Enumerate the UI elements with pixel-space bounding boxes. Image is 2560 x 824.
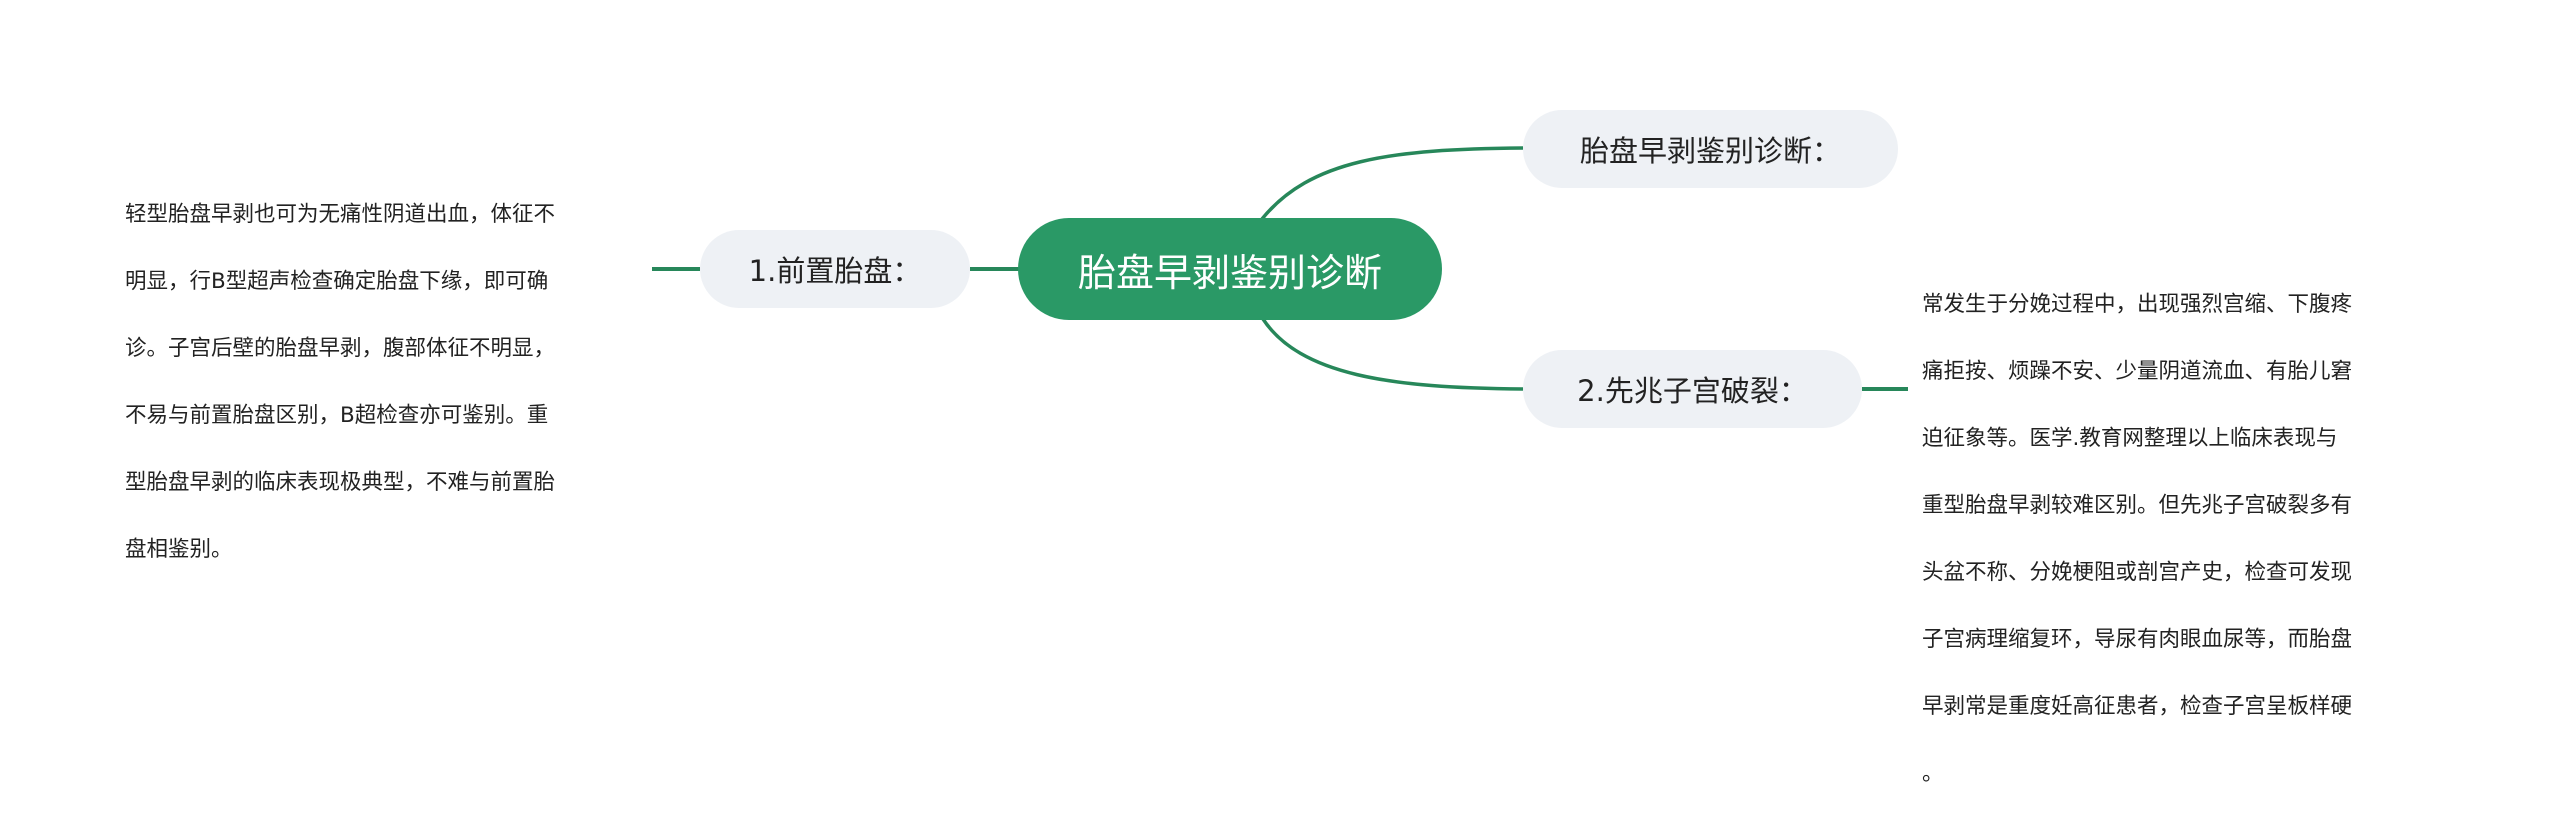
detail-line: 诊。子宫后壁的胎盘早剥，腹部体征不明显， xyxy=(125,335,556,361)
detail-line: 常发生于分娩过程中，出现强烈宫缩、下腹疼 xyxy=(1922,291,2353,317)
connector-root-to-bottom-right-branch xyxy=(1261,318,1524,391)
detail-text-placenta-previa: 轻型胎盘早剥也可为无痛性阴道出血，体征不 明显，行B型超声检查确定胎盘下缘，即可… xyxy=(125,164,645,600)
detail-line: 迫征象等。医学.教育网整理以上临床表现与 xyxy=(1922,425,2338,451)
connector-root-to-top-right-branch xyxy=(1260,146,1524,221)
branch-node-threatened-uterine-rupture[interactable]: 2.先兆子宫破裂： xyxy=(1523,350,1862,428)
detail-line: 明显，行B型超声检查确定胎盘下缘，即可确 xyxy=(125,268,549,294)
branch-node-placenta-previa[interactable]: 1.前置胎盘： xyxy=(700,230,970,308)
branch-node-label: 2.先兆子宫破裂： xyxy=(1577,374,1808,408)
branch-node-differential-title[interactable]: 胎盘早剥鉴别诊断： xyxy=(1523,110,1898,188)
detail-line: 轻型胎盘早剥也可为无痛性阴道出血，体征不 xyxy=(125,201,556,227)
detail-line: 痛拒按、烦躁不安、少量阴道流血、有胎儿窘 xyxy=(1922,358,2353,384)
detail-line: 。 xyxy=(1922,760,1944,786)
branch-node-label: 1.前置胎盘： xyxy=(748,254,922,288)
detail-line: 重型胎盘早剥较难区别。但先兆子宫破裂多有 xyxy=(1922,492,2353,518)
detail-line: 子宫病理缩复环，导尿有肉眼血尿等，而胎盘 xyxy=(1922,626,2353,652)
detail-line: 型胎盘早剥的临床表现极典型，不难与前置胎 xyxy=(125,469,556,495)
detail-line: 盘相鉴别。 xyxy=(125,536,233,562)
detail-line: 不易与前置胎盘区别，B超检查亦可鉴别。重 xyxy=(125,402,549,428)
root-node[interactable]: 胎盘早剥鉴别诊断 xyxy=(1018,218,1442,320)
detail-line: 头盆不称、分娩梗阻或剖宫产史，检查可发现 xyxy=(1922,559,2353,585)
root-node-label: 胎盘早剥鉴别诊断 xyxy=(1077,250,1382,295)
detail-line: 早剥常是重度妊高征患者，检查子宫呈板样硬 xyxy=(1922,693,2353,719)
branch-node-label: 胎盘早剥鉴别诊断： xyxy=(1579,134,1841,168)
detail-text-threatened-uterine-rupture: 常发生于分娩过程中，出现强烈宫缩、下腹疼 痛拒按、烦躁不安、少量阴道流血、有胎儿… xyxy=(1922,254,2442,824)
